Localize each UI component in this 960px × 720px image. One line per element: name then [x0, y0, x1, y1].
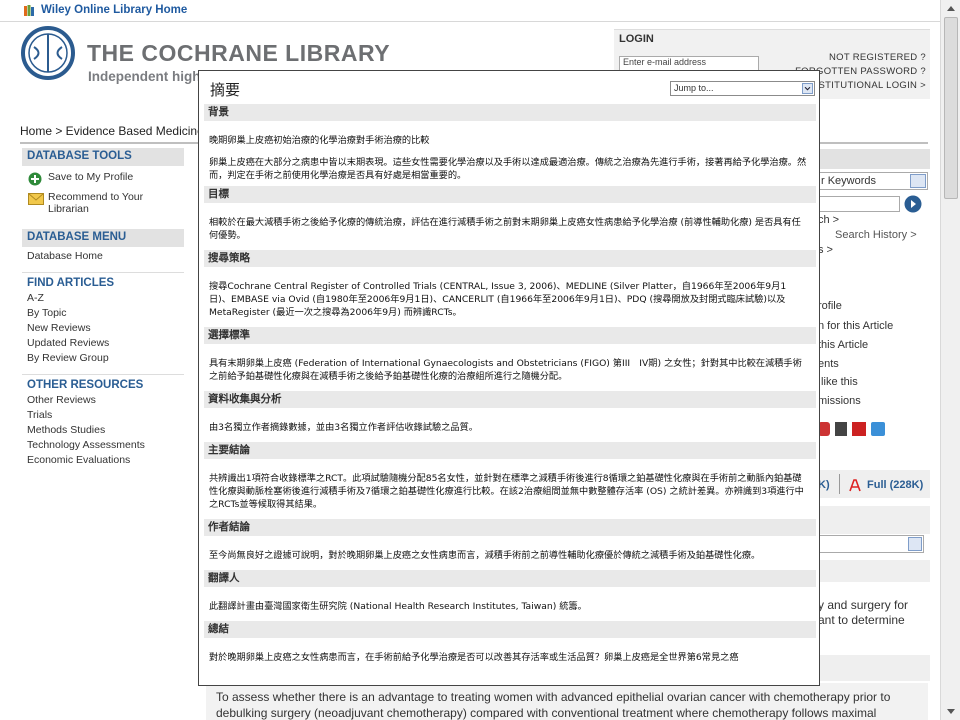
summary-paragraph: 對於晚期卵巢上皮癌之女性病患而言，在手術前給予化學治療是否可以改善其存活率或生活…	[209, 652, 739, 663]
sidebar-item-methods-studies[interactable]: Methods Studies	[22, 423, 184, 438]
search-history-link[interactable]: Search History >	[835, 229, 917, 241]
sidebar-item-other-reviews[interactable]: Other Reviews	[22, 393, 184, 408]
translator-paragraph: 此翻譯計畫由臺灣國家衛生研究院 (National Health Researc…	[209, 601, 587, 612]
search-strategy-paragraph: 搜尋Cochrane Central Register of Controlle…	[209, 281, 787, 318]
save-to-profile-label: Save to My Profile	[48, 171, 134, 183]
section-heading-selection-criteria: 選擇標準	[204, 327, 816, 344]
jump-to-select[interactable]: Jump to...	[670, 81, 815, 96]
right-section-bar	[810, 506, 930, 534]
left-sidebar: DATABASE TOOLS Save to My Profile Recomm…	[22, 148, 184, 468]
recommend-label-line2: Librarian	[48, 203, 89, 215]
like-this-link[interactable]: like this	[818, 376, 858, 388]
permissions-link[interactable]: missions	[818, 395, 861, 407]
sidebar-item-updated-reviews[interactable]: Updated Reviews	[22, 336, 184, 351]
section-heading-main-results: 主要結論	[204, 442, 816, 459]
top-bar: Wiley Online Library Home	[0, 0, 940, 22]
main-results-paragraph: 共辨識出1項符合收錄標準之RCT。此項試驗隨機分配85名女性，並針對在標準之減積…	[209, 473, 804, 510]
site-subtitle: Independent high-	[88, 69, 205, 84]
section-heading-objectives: 目標	[204, 186, 816, 203]
share-2-icon[interactable]	[835, 422, 848, 436]
pdf-full-link[interactable]: Full (228K)	[867, 479, 923, 491]
chevron-down-icon	[802, 83, 813, 94]
search-s-link[interactable]: s >	[818, 244, 833, 256]
share-icons	[818, 422, 886, 438]
sidebar-item-a-z[interactable]: A-Z	[22, 291, 184, 306]
cochrane-logo-icon[interactable]	[20, 25, 76, 81]
popup-title: 摘要	[210, 81, 241, 99]
pdf-separator	[839, 474, 840, 494]
background-paragraph-1: 晚期卵巢上皮癌初始治療的化學治療對手術治療的比較	[209, 135, 430, 146]
background-paragraph-2: 卵巢上皮癌在大部分之病患中皆以末期表現。這些女性需要化學治療以及手術以達成最適治…	[209, 157, 807, 181]
section-heading-authors-conclusions: 作者結論	[204, 519, 816, 536]
search-go-icon[interactable]	[904, 195, 922, 213]
english-abstract-objective: To assess whether there is an advantage …	[216, 690, 891, 720]
save-to-profile-button[interactable]: Save to My Profile	[22, 171, 184, 191]
chevron-down-icon	[910, 174, 926, 188]
article-link[interactable]: this Article	[818, 339, 868, 351]
abstract-popup: 摘要 Jump to... 背景 晚期卵巢上皮癌初始治療的化學治療對手術治療的比…	[198, 70, 820, 686]
scroll-thumb[interactable]	[944, 17, 958, 199]
alert-link[interactable]: n for this Article	[818, 320, 893, 332]
sidebar-item-new-reviews[interactable]: New Reviews	[22, 321, 184, 336]
popup-header: 摘要 Jump to...	[199, 71, 819, 104]
section-heading-background: 背景	[204, 104, 816, 121]
sidebar-item-by-review-group[interactable]: By Review Group	[22, 351, 184, 366]
section-heading-summary: 總結	[204, 621, 816, 638]
twitter-icon[interactable]	[871, 422, 886, 436]
objectives-paragraph: 相較於在最大減積手術之後給予化療的傳統治療，評估在進行減積手術之前對末期卵巢上皮…	[209, 217, 801, 241]
search-input[interactable]	[818, 196, 900, 212]
scroll-down-icon[interactable]	[944, 704, 958, 718]
right-panel-header	[818, 149, 930, 169]
institutional-login-link[interactable]: INSTITUTIONAL LOGIN >	[808, 80, 926, 91]
database-menu-heading: DATABASE MENU	[22, 229, 184, 247]
sidebar-item-database-home[interactable]: Database Home	[22, 247, 184, 264]
sidebar-item-trials[interactable]: Trials	[22, 408, 184, 423]
site-title: THE COCHRANE LIBRARY	[87, 40, 391, 66]
find-articles-heading: FIND ARTICLES	[27, 277, 115, 289]
login-title: LOGIN	[619, 33, 654, 45]
underlying-text-fragment-b: ant to determine	[818, 613, 905, 627]
not-registered-link[interactable]: NOT REGISTERED ?	[829, 52, 926, 63]
ents-link[interactable]: ents	[818, 358, 839, 370]
popup-body: 背景 晚期卵巢上皮癌初始治療的化學治療對手術治療的比較 卵巢上皮癌在大部分之病患…	[204, 104, 816, 685]
selection-criteria-paragraph: 具有末期卵巢上皮癌 (Federation of International G…	[209, 358, 802, 382]
envelope-icon	[28, 193, 44, 205]
profile-link[interactable]: rofile	[818, 300, 842, 312]
authors-conclusions-paragraph: 至今尚無良好之證據可說明，對於晚期卵巢上皮癌之女性病患而言，減積手術前之前導性輔…	[209, 550, 761, 561]
breadcrumb[interactable]: Home > Evidence Based Medicine	[20, 124, 204, 138]
section-heading-data-collection: 資料收集與分析	[204, 391, 816, 408]
plus-circle-icon	[28, 172, 42, 186]
wiley-online-library-home-link[interactable]: Wiley Online Library Home	[41, 4, 187, 16]
section-heading-translator: 翻譯人	[204, 570, 816, 587]
wiley-books-icon	[24, 5, 34, 16]
database-tools-heading: DATABASE TOOLS	[22, 148, 184, 166]
search-link[interactable]: ch >	[818, 214, 839, 226]
other-resources-heading: OTHER RESOURCES	[27, 379, 144, 391]
section-heading-search-strategy: 搜尋策略	[204, 250, 816, 267]
keywords-select-value: r Keywords	[821, 175, 877, 187]
chevron-down-icon	[908, 537, 922, 551]
data-collection-paragraph: 由3名獨立作者摘錄數據，並由3名獨立作者評估收錄試驗之品質。	[209, 422, 478, 433]
sidebar-item-by-topic[interactable]: By Topic	[22, 306, 184, 321]
right-section-bar-3	[810, 655, 930, 681]
scroll-up-icon[interactable]	[944, 2, 958, 16]
right-select[interactable]	[818, 535, 924, 553]
sidebar-item-technology-assessments[interactable]: Technology Assessments	[22, 438, 184, 453]
keywords-select[interactable]: r Keywords	[818, 172, 928, 190]
share-3-icon[interactable]	[852, 422, 867, 436]
jump-to-value: Jump to...	[674, 83, 714, 93]
recommend-label-line1: Recommend to Your	[48, 191, 144, 203]
pdf-icon	[849, 479, 861, 492]
right-section-bar-2	[810, 560, 930, 582]
sidebar-item-economic-evaluations[interactable]: Economic Evaluations	[22, 453, 184, 468]
vertical-scrollbar[interactable]	[940, 0, 960, 720]
underlying-text-fragment-a: y and surgery for	[818, 598, 909, 612]
recommend-librarian-button[interactable]: Recommend to Your Librarian	[22, 191, 184, 221]
